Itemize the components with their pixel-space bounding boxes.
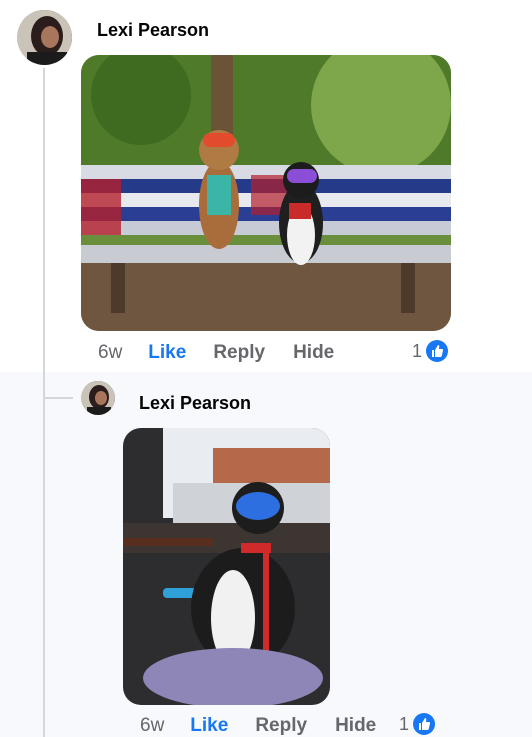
reply-reply-button[interactable]: Reply xyxy=(255,715,307,737)
thread-line-vertical-reply xyxy=(43,372,45,737)
comment-timestamp[interactable]: 6w xyxy=(98,342,122,364)
comment-reaction[interactable]: 1 xyxy=(412,340,449,362)
comment-author-name[interactable]: Lexi Pearson xyxy=(97,20,209,41)
reply-timestamp[interactable]: 6w xyxy=(140,715,164,737)
comment-reaction-count: 1 xyxy=(412,340,423,361)
thumbs-up-icon xyxy=(413,713,436,735)
comment-hide-button[interactable]: Hide xyxy=(293,342,334,364)
thumbs-up-icon xyxy=(426,340,449,362)
comment-reply-button[interactable]: Reply xyxy=(213,342,265,364)
comment-photo[interactable] xyxy=(81,55,451,331)
thread-line-branch xyxy=(45,397,73,399)
comment-avatar[interactable] xyxy=(17,10,72,65)
reply-hide-button[interactable]: Hide xyxy=(335,715,376,737)
reply-reaction[interactable]: 1 xyxy=(399,713,436,735)
reply-photo[interactable] xyxy=(123,428,330,705)
comment-actions: 6w Like Reply Hide xyxy=(98,342,334,364)
reply-actions: 6w Like Reply Hide xyxy=(140,715,376,737)
reply-avatar[interactable] xyxy=(81,381,115,415)
reply-like-button[interactable]: Like xyxy=(190,715,228,737)
reply-author-name[interactable]: Lexi Pearson xyxy=(139,393,251,414)
reply-reaction-count: 1 xyxy=(399,713,410,734)
comment-like-button[interactable]: Like xyxy=(148,342,186,364)
